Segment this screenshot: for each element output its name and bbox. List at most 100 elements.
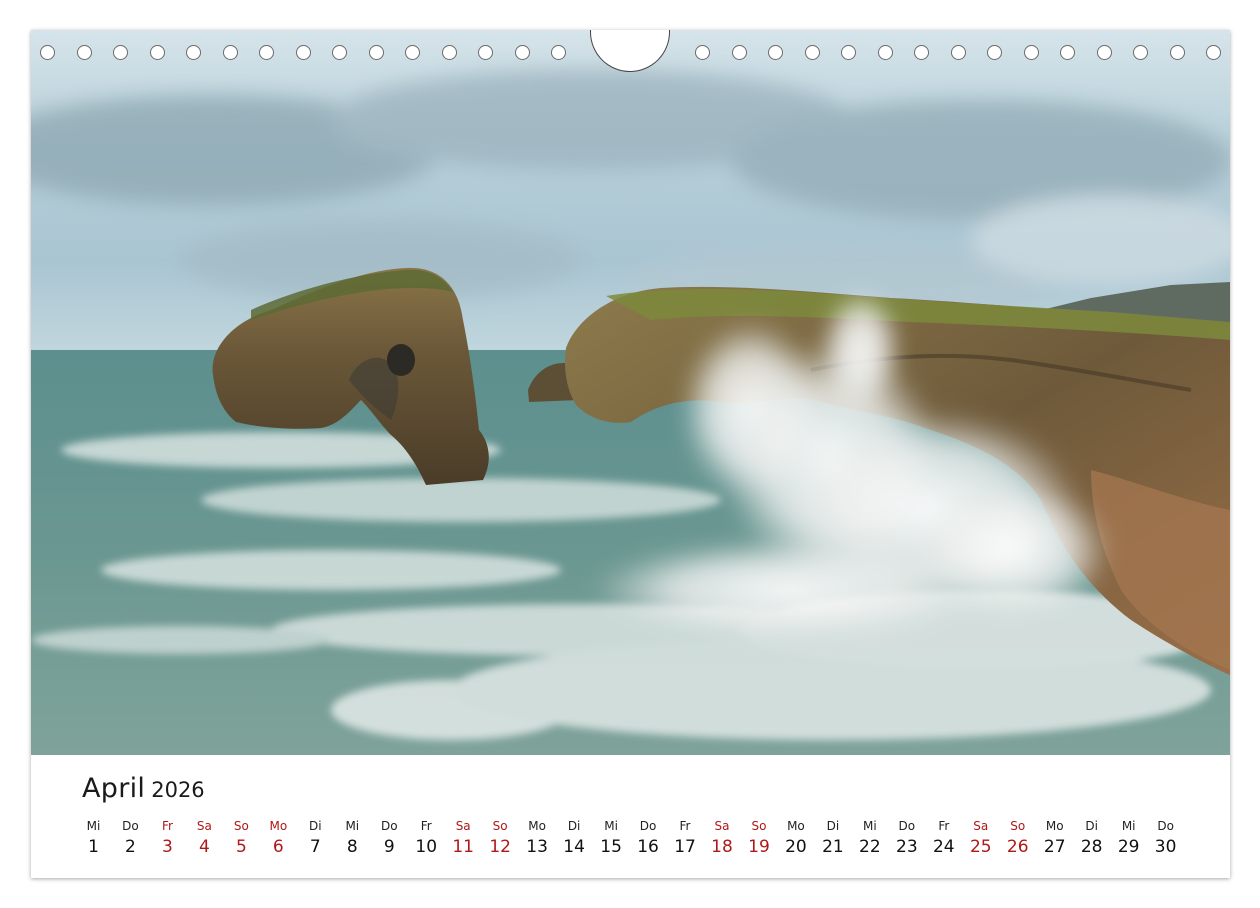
weekday-label: Sa [973,819,989,833]
binding-hole [514,45,530,60]
weekday-label: Mi [604,819,618,833]
binding-hole [40,45,55,60]
weekday-label: Mo [528,819,546,833]
day-number: 23 [896,837,918,857]
binding-hole [149,45,165,60]
day-cell: Mi 1 [75,817,112,859]
day-cell: Mo 6 [260,817,297,859]
day-cell: Di 21 [814,817,851,859]
day-cell: Mo 20 [777,817,814,859]
days-row: Mi 1 Do 2 Fr 3 Sa 4 So 5 Mo 6 Di 7 Mi 8 Do 9 Fr 10 Sa 11 So 12 M… [75,817,1223,861]
weekday-label: Mi [863,819,877,833]
weekday-label: Di [567,819,581,833]
day-number: 10 [415,837,438,857]
day-number: 22 [859,837,881,857]
day-cell: Mi 22 [851,817,888,859]
day-cell: Di 7 [297,817,334,859]
day-cell: Fr 17 [667,817,704,859]
weekday-label: So [751,819,767,833]
weekday-label: Do [898,819,916,833]
binding-hole [914,45,929,60]
weekday-label: Sa [714,819,730,833]
day-number: 5 [235,837,247,857]
weekday-label: Di [826,819,840,833]
binding-hole [987,45,1002,60]
day-cell: Do 30 [1147,817,1184,859]
day-cell: Fr 24 [925,817,962,859]
day-number: 1 [88,837,99,857]
weekday-label: Do [639,819,657,833]
binding-hole [551,45,566,60]
weekday-label: Mi [345,819,360,833]
day-number: 30 [1154,837,1177,857]
day-number: 18 [711,837,733,857]
binding-hole [1206,45,1221,60]
binding-hole [259,45,274,60]
day-cell: So 19 [740,817,777,859]
weekday-label: Do [1157,819,1174,833]
day-cell: Fr 10 [408,817,445,859]
day-cell: Di 14 [556,817,593,859]
day-number: 19 [748,837,770,857]
weekday-label: Fr [938,819,950,833]
weekday-label: Mo [787,819,805,833]
day-cell: Mo 13 [519,817,556,859]
day-cell: Do 23 [888,817,925,859]
weekday-label: So [233,819,249,833]
day-cell: Mo 27 [1036,817,1073,859]
weekday-label: Mi [86,819,101,833]
weekday-label: So [492,819,508,833]
binding-hole [768,45,783,60]
day-number: 29 [1117,837,1140,857]
day-number: 8 [346,837,358,857]
weekday-label: Mi [1121,819,1136,833]
weekday-label: Di [309,819,322,833]
binding-hole [1060,45,1075,60]
day-number: 11 [452,837,474,857]
weekday-label: So [1010,819,1026,833]
binding-hole [1023,45,1039,60]
day-number: 9 [383,837,395,857]
binding-hole [1169,45,1185,60]
day-number: 15 [600,837,622,857]
day-number: 6 [272,837,284,857]
day-number: 26 [1006,837,1029,857]
day-number: 16 [637,837,659,857]
day-number: 7 [309,837,321,857]
day-cell: Fr 3 [149,817,186,859]
binding-hole [113,45,128,60]
day-number: 27 [1043,837,1066,857]
day-number: 20 [785,837,807,857]
weekday-label: Sa [196,819,212,833]
day-cell: Mi 15 [593,817,630,859]
day-number: 17 [674,837,696,857]
binding-hole [731,45,747,60]
day-number: 3 [162,837,173,857]
weekday-label: Fr [161,819,173,833]
weekday-label: Fr [679,819,691,833]
binding-hole [877,45,893,60]
binding-hole [332,45,347,60]
day-cell: Do 9 [371,817,408,859]
day-number: 2 [125,837,136,857]
binding-hole [841,45,856,60]
calendar-photo [31,30,1230,755]
weekday-label: Fr [420,819,432,833]
weekday-label: Sa [455,819,471,833]
weekday-label: Di [1085,819,1098,833]
day-number: 12 [489,837,511,857]
day-cell: So 12 [482,817,519,859]
binding-hole [405,45,420,60]
binding-hole [695,45,710,60]
day-cell: So 26 [999,817,1036,859]
day-cell: Do 16 [630,817,667,859]
day-number: 24 [932,837,955,857]
day-cell: Sa 18 [703,817,740,859]
day-number: 21 [822,837,844,857]
weekday-label: Do [380,819,398,833]
day-cell: So 5 [223,817,260,859]
binding-hole [478,45,493,60]
day-cell: Sa 25 [962,817,999,859]
binding-hole [76,45,92,60]
day-number: 4 [198,837,210,857]
